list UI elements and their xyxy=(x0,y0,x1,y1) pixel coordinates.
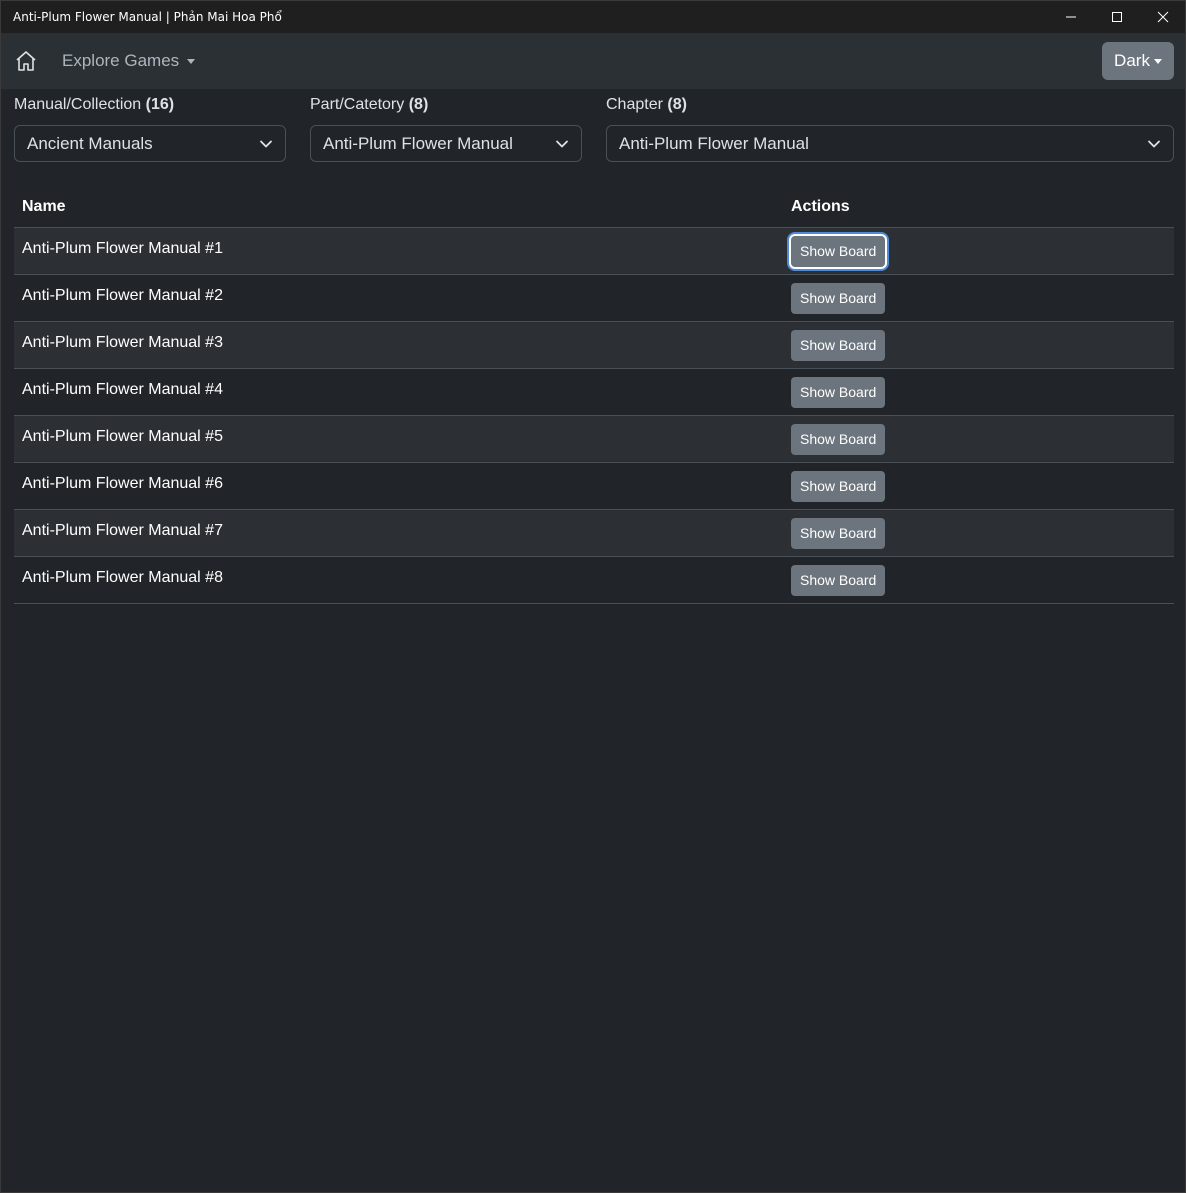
row-name: Anti-Plum Flower Manual #1 xyxy=(14,227,783,275)
manual-select-value: Ancient Manuals xyxy=(27,133,153,153)
table-row: Anti-Plum Flower Manual #3 Show Board xyxy=(14,321,1174,369)
navbar: Explore Games Dark xyxy=(1,33,1185,89)
part-select-value: Anti-Plum Flower Manual xyxy=(323,133,513,153)
row-name: Anti-Plum Flower Manual #8 xyxy=(14,556,783,604)
theme-label: Dark xyxy=(1114,51,1150,70)
table-row: Anti-Plum Flower Manual #4 Show Board xyxy=(14,368,1174,416)
table-row: Anti-Plum Flower Manual #6 Show Board xyxy=(14,462,1174,510)
minimize-button[interactable] xyxy=(1048,1,1094,33)
maximize-button[interactable] xyxy=(1094,1,1140,33)
row-name: Anti-Plum Flower Manual #7 xyxy=(14,509,783,557)
table-row: Anti-Plum Flower Manual #8 Show Board xyxy=(14,556,1174,604)
table-header-row: Name Actions xyxy=(14,187,1174,228)
part-count: (8) xyxy=(408,96,429,113)
actions-column-header: Actions xyxy=(783,187,1174,228)
show-board-button[interactable]: Show Board xyxy=(791,330,886,361)
chapter-select[interactable]: Anti-Plum Flower Manual xyxy=(606,125,1174,162)
show-board-button[interactable]: Show Board xyxy=(791,236,886,267)
close-button[interactable] xyxy=(1140,1,1186,33)
show-board-button[interactable]: Show Board xyxy=(791,471,886,502)
theme-dropdown-button[interactable]: Dark xyxy=(1102,42,1174,80)
part-select[interactable]: Anti-Plum Flower Manual xyxy=(310,125,582,162)
row-name: Anti-Plum Flower Manual #2 xyxy=(14,274,783,322)
table-row: Anti-Plum Flower Manual #2 Show Board xyxy=(14,274,1174,322)
row-name: Anti-Plum Flower Manual #5 xyxy=(14,415,783,463)
boards-table-container: Name Actions Anti-Plum Flower Manual #1 … xyxy=(14,187,1174,604)
table-row: Anti-Plum Flower Manual #5 Show Board xyxy=(14,415,1174,463)
table-row: Anti-Plum Flower Manual #1 Show Board xyxy=(14,227,1174,275)
maximize-icon xyxy=(1112,12,1122,22)
manual-count: (16) xyxy=(145,96,175,113)
chapter-count: (8) xyxy=(667,96,687,113)
row-name: Anti-Plum Flower Manual #3 xyxy=(14,321,783,369)
chapter-filter-label: Chapter (8) xyxy=(606,96,687,113)
manual-select[interactable]: Ancient Manuals xyxy=(14,125,286,162)
explore-games-dropdown[interactable]: Explore Games xyxy=(62,51,196,71)
part-filter: Part/Catetory (8) Anti-Plum Flower Manua… xyxy=(310,95,582,162)
show-board-button[interactable]: Show Board xyxy=(791,565,886,596)
explore-games-label: Explore Games xyxy=(62,51,180,70)
chapter-filter: Chapter (8) Anti-Plum Flower Manual xyxy=(606,95,1174,162)
show-board-button[interactable]: Show Board xyxy=(791,424,886,455)
close-icon xyxy=(1157,11,1169,23)
home-icon[interactable] xyxy=(14,49,38,73)
boards-table: Name Actions Anti-Plum Flower Manual #1 … xyxy=(14,187,1174,604)
chevron-down-icon xyxy=(260,140,272,148)
caret-down-icon xyxy=(187,58,196,64)
minimize-icon xyxy=(1066,16,1076,18)
show-board-button[interactable]: Show Board xyxy=(791,518,886,549)
table-row: Anti-Plum Flower Manual #7 Show Board xyxy=(14,509,1174,557)
name-column-header: Name xyxy=(14,187,783,228)
title-bar: Anti-Plum Flower Manual | Phản Mai Hoa P… xyxy=(1,1,1185,33)
row-name: Anti-Plum Flower Manual #4 xyxy=(14,368,783,416)
caret-down-icon xyxy=(1153,58,1162,64)
window-title: Anti-Plum Flower Manual | Phản Mai Hoa P… xyxy=(13,10,282,24)
part-filter-label: Part/Catetory (8) xyxy=(310,96,429,113)
show-board-button[interactable]: Show Board xyxy=(791,377,886,408)
show-board-button[interactable]: Show Board xyxy=(791,283,886,314)
row-name: Anti-Plum Flower Manual #6 xyxy=(14,462,783,510)
manual-filter-label: Manual/Collection (16) xyxy=(14,96,175,113)
chevron-down-icon xyxy=(1148,140,1160,148)
chapter-select-value: Anti-Plum Flower Manual xyxy=(619,133,809,153)
app-window: Anti-Plum Flower Manual | Phản Mai Hoa P… xyxy=(0,0,1186,1193)
manual-filter: Manual/Collection (16) Ancient Manuals xyxy=(14,95,286,162)
chevron-down-icon xyxy=(556,140,568,148)
